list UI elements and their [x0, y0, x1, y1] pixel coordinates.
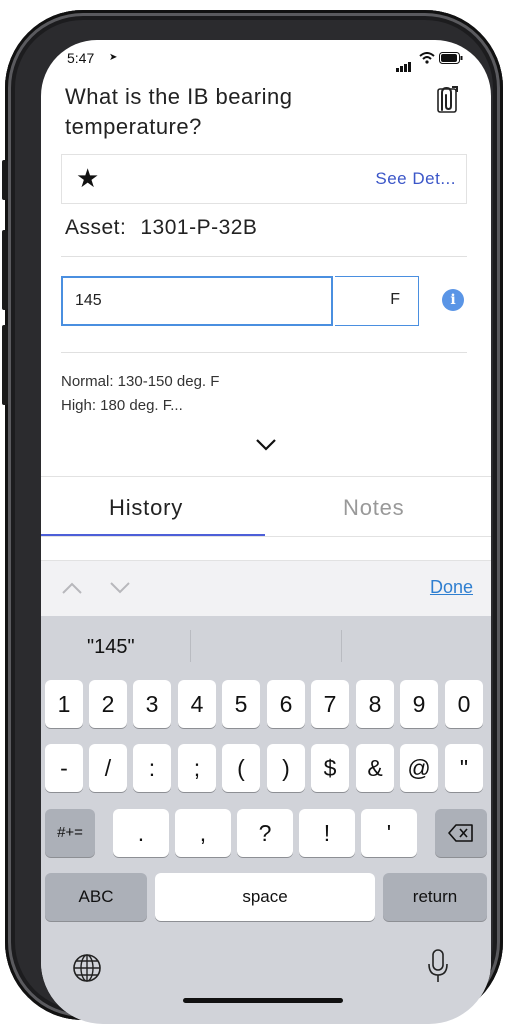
key[interactable]: & [356, 744, 394, 792]
home-indicator[interactable] [183, 998, 343, 1003]
screen: 5:47 ➤ What is the IB bearing temperatur… [41, 40, 491, 1024]
prediction-bar: "145" [41, 616, 491, 674]
asset-row: Asset: 1301-P-32B [65, 216, 257, 240]
volume-down-button [2, 325, 8, 405]
status-bar: 5:47 ➤ [41, 40, 491, 74]
divider [41, 476, 491, 477]
prediction-separator [341, 630, 342, 662]
asset-label: Asset: [65, 216, 127, 239]
prediction-word[interactable]: "145" [87, 636, 135, 659]
unit-label: F [390, 291, 400, 308]
abc-key[interactable]: ABC [45, 873, 147, 921]
key[interactable]: 1 [45, 680, 83, 728]
see-details-link[interactable]: See Det... [375, 169, 456, 189]
star-icon[interactable]: ★ [76, 163, 99, 194]
key[interactable]: / [89, 744, 127, 792]
status-time: 5:47 [67, 50, 95, 66]
key[interactable]: ) [267, 744, 305, 792]
normal-range: Normal: 130-150 deg. F [61, 373, 220, 390]
delete-icon [448, 824, 473, 842]
key[interactable]: - [45, 744, 83, 792]
temperature-input[interactable]: 145 [61, 276, 333, 326]
details-box: ★ See Det... [61, 154, 467, 204]
wifi-icon [419, 52, 435, 64]
volume-up-button [2, 230, 8, 310]
limits-text: Normal: 130-150 deg. F High: 180 deg. F.… [61, 370, 219, 418]
previous-field-icon[interactable] [61, 581, 83, 595]
globe-icon[interactable] [71, 952, 103, 984]
key[interactable]: 4 [178, 680, 216, 728]
key[interactable]: 8 [356, 680, 394, 728]
phone-frame: 5:47 ➤ What is the IB bearing temperatur… [2, 10, 503, 1024]
location-icon: ➤ [109, 52, 118, 63]
key[interactable]: 6 [267, 680, 305, 728]
more-symbols-key[interactable]: #+= [45, 809, 95, 857]
mute-switch [2, 160, 8, 200]
key[interactable]: @ [400, 744, 438, 792]
key[interactable]: ( [222, 744, 260, 792]
key[interactable]: ; [178, 744, 216, 792]
tab-notes[interactable]: Notes [343, 495, 404, 521]
chevron-down-icon[interactable] [255, 438, 277, 452]
asset-value: 1301-P-32B [140, 216, 258, 239]
next-field-icon[interactable] [109, 581, 131, 595]
key[interactable]: ! [299, 809, 355, 857]
attachment-icon[interactable] [433, 84, 461, 114]
key[interactable]: 5 [222, 680, 260, 728]
prediction-separator [190, 630, 191, 662]
key[interactable]: 0 [445, 680, 483, 728]
key[interactable]: 2 [89, 680, 127, 728]
key[interactable]: $ [311, 744, 349, 792]
key[interactable]: , [175, 809, 231, 857]
key[interactable]: ' [361, 809, 417, 857]
battery-icon [439, 52, 463, 64]
key[interactable]: . [113, 809, 169, 857]
key[interactable]: : [133, 744, 171, 792]
key[interactable]: ? [237, 809, 293, 857]
divider [61, 256, 467, 257]
unit-field[interactable]: F [335, 276, 419, 326]
return-key[interactable]: return [383, 873, 487, 921]
high-limit: High: 180 deg. F... [61, 397, 183, 414]
tab-history[interactable]: History [109, 495, 183, 521]
key[interactable]: 7 [311, 680, 349, 728]
divider [41, 536, 491, 537]
divider [61, 352, 467, 353]
space-key[interactable]: space [155, 873, 375, 921]
cellular-signal-icon [396, 54, 412, 72]
keyboard: "145" 1 2 3 4 5 6 7 8 9 0 - / : ; ( ) $ … [41, 616, 491, 1024]
temperature-value: 145 [75, 292, 102, 309]
info-icon[interactable]: i [442, 289, 464, 311]
key[interactable]: 3 [133, 680, 171, 728]
keyboard-toolbar: Done [41, 560, 491, 617]
done-button[interactable]: Done [430, 577, 473, 598]
key[interactable]: " [445, 744, 483, 792]
question-title: What is the IB bearing temperature? [65, 84, 293, 139]
microphone-icon[interactable] [427, 948, 449, 984]
key[interactable]: 9 [400, 680, 438, 728]
delete-key[interactable] [435, 809, 487, 857]
